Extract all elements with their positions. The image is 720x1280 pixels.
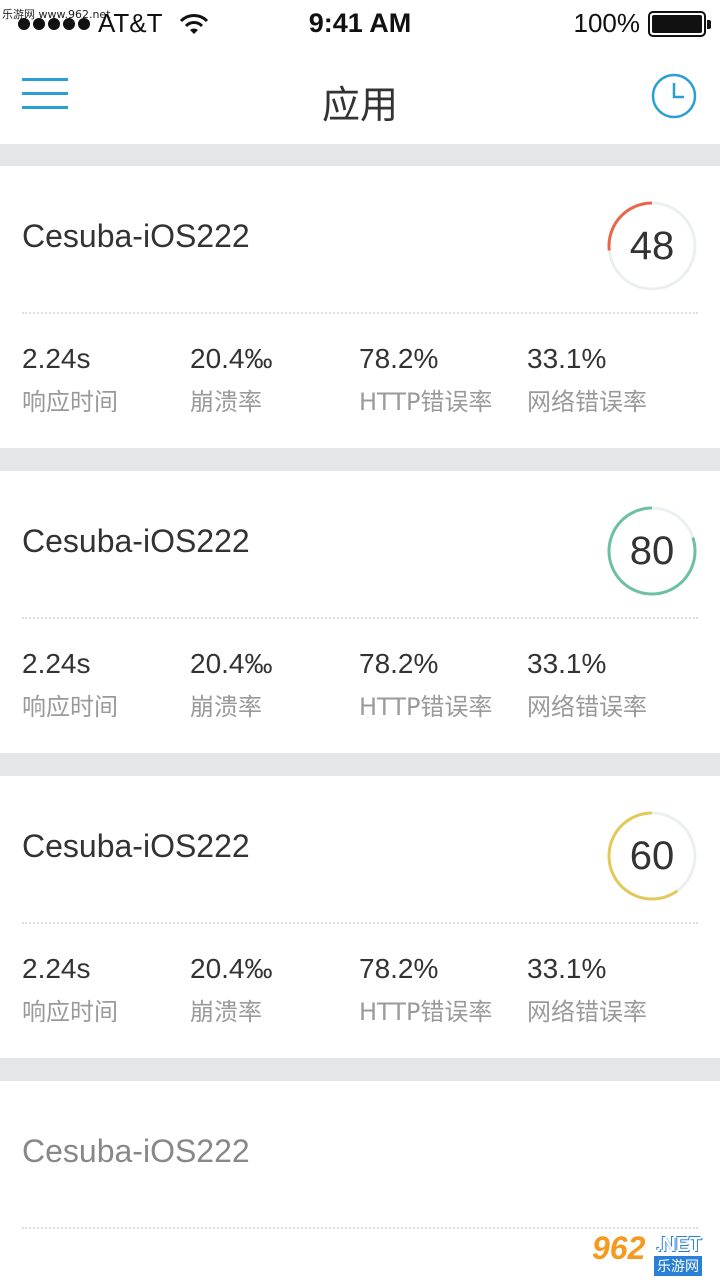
metric-http-error-rate: 78.2% HTTP错误率 <box>359 647 492 723</box>
nav-bar: 应用 <box>0 48 720 144</box>
metric-value: 33.1% <box>527 343 607 374</box>
metric-label: 网络错误率 <box>527 998 647 1026</box>
metric-network-error-rate: 33.1% 网络错误率 <box>527 342 647 418</box>
metric-value: 2.24s <box>22 648 91 679</box>
score-value: 60 <box>629 834 675 878</box>
metric-response-time: 2.24s 响应时间 <box>22 342 118 418</box>
page-title: 应用 <box>321 83 398 127</box>
score-value: 80 <box>629 529 675 573</box>
battery-status: 100% <box>573 8 711 39</box>
app-card[interactable]: Cesuba-iOS222 60 2.24s 响应时间 20.4‰ 崩溃率 78… <box>0 776 720 1058</box>
metric-network-error-rate: 33.1% 网络错误率 <box>527 952 647 1028</box>
status-bar: 乐游网 www.962.net AT&T 9:41 AM 100% <box>0 0 720 48</box>
metric-label: 崩溃率 <box>190 998 262 1026</box>
app-card[interactable]: Cesuba-iOS222 48 2.24s 响应时间 20.4‰ 崩溃率 78… <box>0 166 720 448</box>
metric-value: 33.1% <box>527 953 607 984</box>
app-name: Cesuba-iOS222 <box>22 1133 250 1169</box>
metric-response-time: 2.24s 响应时间 <box>22 647 118 723</box>
app-card[interactable]: Cesuba-iOS222 80 2.24s 响应时间 20.4‰ 崩溃率 78… <box>0 471 720 753</box>
metric-http-error-rate: 78.2% HTTP错误率 <box>359 342 492 418</box>
metric-crash-rate: 20.4‰ 崩溃率 <box>190 647 273 723</box>
score-value: 48 <box>629 224 675 268</box>
metric-network-error-rate: 33.1% 网络错误率 <box>527 647 647 723</box>
metric-label: 网络错误率 <box>527 693 647 721</box>
clock-icon[interactable] <box>650 72 698 120</box>
metric-crash-rate: 20.4‰ 崩溃率 <box>190 342 273 418</box>
metric-value: 20.4‰ <box>190 343 273 374</box>
metric-label: 崩溃率 <box>190 388 262 416</box>
score-gauge: 80 <box>606 505 698 597</box>
metric-value: 78.2% <box>359 953 439 984</box>
watermark-logo: 962 .NET 乐游网 <box>592 1230 702 1276</box>
score-gauge: 60 <box>606 810 698 902</box>
metric-value: 78.2% <box>359 343 439 374</box>
metric-value: 78.2% <box>359 648 439 679</box>
metric-label: 响应时间 <box>22 998 118 1026</box>
divider <box>22 1227 698 1229</box>
divider <box>22 922 698 924</box>
metric-crash-rate: 20.4‰ 崩溃率 <box>190 952 273 1028</box>
metric-value: 2.24s <box>22 343 91 374</box>
metric-value: 2.24s <box>22 953 91 984</box>
metric-label: 响应时间 <box>22 388 118 416</box>
metric-http-error-rate: 78.2% HTTP错误率 <box>359 952 492 1028</box>
metric-label: HTTP错误率 <box>359 693 493 721</box>
metric-value: 20.4‰ <box>190 953 273 984</box>
metric-label: 网络错误率 <box>527 388 647 416</box>
metric-label: 响应时间 <box>22 693 118 721</box>
app-name: Cesuba-iOS222 <box>22 523 250 559</box>
metric-label: HTTP错误率 <box>359 998 493 1026</box>
score-gauge: 48 <box>606 200 698 292</box>
metric-label: HTTP错误率 <box>359 388 493 416</box>
battery-icon <box>648 10 711 37</box>
app-name: Cesuba-iOS222 <box>22 218 250 254</box>
app-name: Cesuba-iOS222 <box>22 828 250 864</box>
metric-value: 33.1% <box>527 648 607 679</box>
metric-response-time: 2.24s 响应时间 <box>22 952 118 1028</box>
divider <box>22 617 698 619</box>
divider <box>22 312 698 314</box>
battery-percent: 100% <box>573 8 641 38</box>
metric-value: 20.4‰ <box>190 648 273 679</box>
metric-label: 崩溃率 <box>190 693 262 721</box>
